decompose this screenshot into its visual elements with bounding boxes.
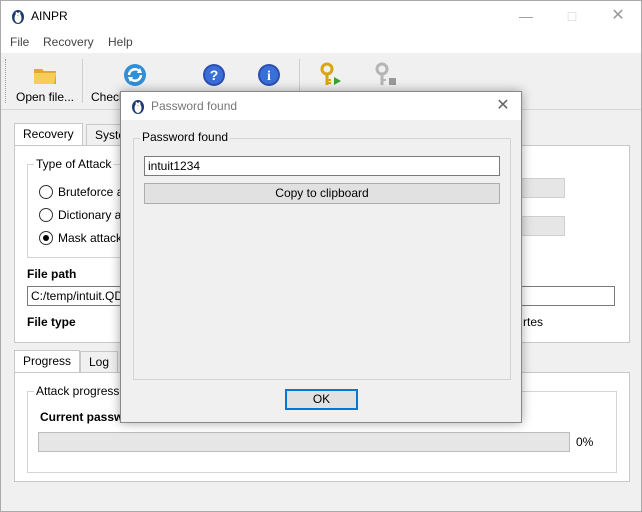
title-bar: AINPR — □ ✕ xyxy=(1,1,641,31)
tab-log[interactable]: Log xyxy=(80,351,119,372)
file-path-label: File path xyxy=(27,267,77,281)
radio-bruteforce[interactable] xyxy=(39,185,53,199)
minimize-button[interactable]: — xyxy=(503,1,549,31)
current-password-label: Current passw xyxy=(40,410,124,424)
attack-option-field[interactable] xyxy=(515,216,565,236)
attack-progress-bar xyxy=(38,432,570,452)
menu-file[interactable]: File xyxy=(10,35,29,49)
file-size-text: rtes xyxy=(523,315,544,329)
open-file-label: Open file... xyxy=(15,90,75,104)
svg-text:i: i xyxy=(267,69,271,84)
dialog-close-button[interactable]: ✕ xyxy=(485,92,521,120)
attack-option-field[interactable] xyxy=(515,178,565,198)
folder-icon xyxy=(34,69,56,84)
question-icon: ? xyxy=(203,64,225,86)
progress-percent: 0% xyxy=(576,435,594,449)
attack-type-title: Type of Attack xyxy=(34,157,114,171)
radio-dictionary[interactable] xyxy=(39,208,53,222)
copy-to-clipboard-button[interactable]: Copy to clipboard xyxy=(144,183,500,204)
close-button[interactable]: ✕ xyxy=(595,1,641,31)
key-stop-icon xyxy=(375,62,396,85)
tab-progress[interactable]: Progress xyxy=(14,350,81,373)
penguin-dialog-icon xyxy=(132,100,144,114)
maximize-button[interactable]: □ xyxy=(549,1,595,31)
refresh-icon xyxy=(124,64,146,86)
info-icon: i xyxy=(258,64,280,86)
penguin-app-icon xyxy=(12,10,24,24)
toolbar-separator xyxy=(82,59,83,103)
menu-bar: File Recovery Help xyxy=(1,31,641,53)
window-title: AINPR xyxy=(31,9,68,23)
tab-recovery[interactable]: Recovery xyxy=(14,123,83,146)
menu-help[interactable]: Help xyxy=(108,35,133,49)
radio-mask-label: Mask attack xyxy=(58,231,123,245)
file-type-label: File type xyxy=(27,315,76,329)
toolbar-grip xyxy=(5,59,8,103)
dialog-title: Password found xyxy=(151,99,238,113)
dialog-title-bar: Password found ✕ xyxy=(121,92,521,120)
password-field[interactable]: intuit1234 xyxy=(144,156,500,176)
password-found-group-title: Password found xyxy=(140,130,231,144)
svg-text:?: ? xyxy=(210,67,219,83)
password-found-dialog: Password found ✕ Password found intuit12… xyxy=(120,91,522,423)
password-found-group: Password found intuit1234 Copy to clipbo… xyxy=(133,130,511,380)
radio-bruteforce-label: Bruteforce at xyxy=(58,185,127,199)
ok-button[interactable]: OK xyxy=(285,389,358,410)
attack-progress-title: Attack progress xyxy=(34,384,122,398)
open-file-button[interactable]: Open file... xyxy=(13,53,77,109)
radio-dictionary-label: Dictionary att xyxy=(58,208,129,222)
menu-recovery[interactable]: Recovery xyxy=(43,35,94,49)
key-play-icon xyxy=(320,62,341,85)
radio-mask[interactable] xyxy=(39,231,53,245)
